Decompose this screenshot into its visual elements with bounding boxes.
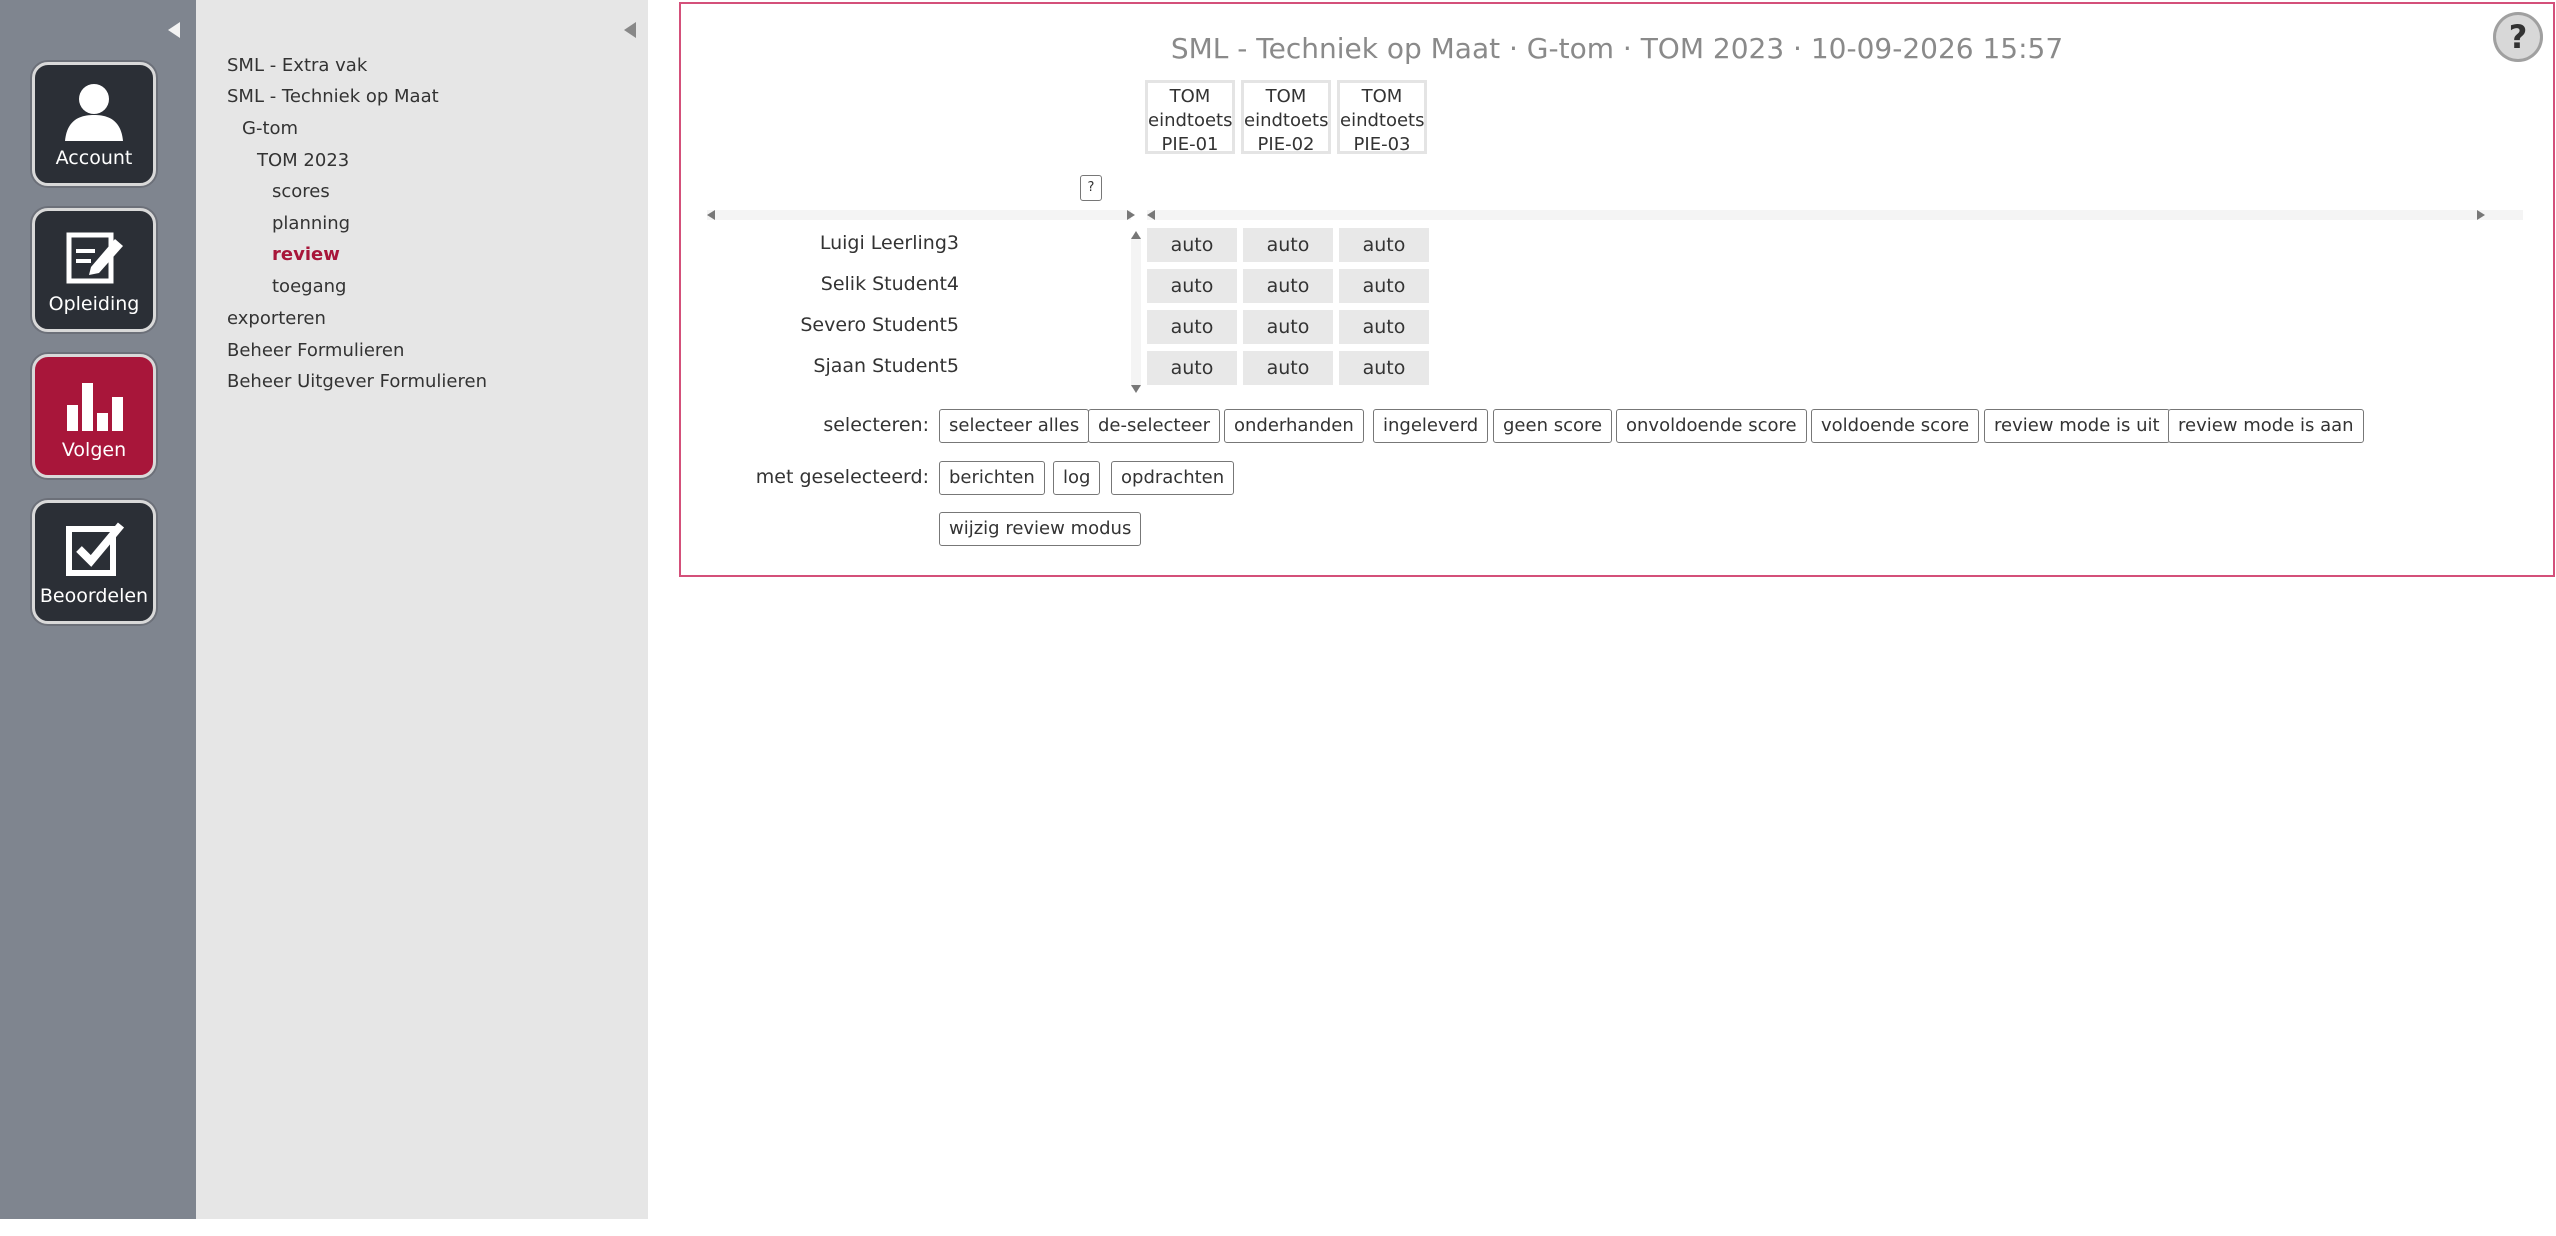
- tree-item-planning[interactable]: planning: [272, 213, 350, 234]
- review-cell[interactable]: auto: [1147, 310, 1237, 344]
- navigation-tree: [196, 0, 648, 1219]
- checkbox-icon: [35, 517, 153, 583]
- rail-button-beoordelen[interactable]: Beoordelen: [32, 500, 156, 624]
- tree-item-scores[interactable]: scores: [272, 181, 330, 202]
- column-header-line: eindtoets: [1244, 110, 1329, 131]
- tree-item-techniek-op-maat[interactable]: SML - Techniek op Maat: [227, 86, 439, 107]
- student-name[interactable]: Severo Student5: [681, 314, 959, 336]
- column-header-line: TOM: [1361, 86, 1403, 107]
- messages-button[interactable]: berichten: [939, 461, 1045, 495]
- select-all-button[interactable]: selecteer alles: [939, 409, 1090, 443]
- rail-button-volgen[interactable]: Volgen: [32, 354, 156, 478]
- names-horizontal-scrollbar[interactable]: [707, 210, 1131, 220]
- scroll-right-icon[interactable]: [1127, 210, 1135, 220]
- column-header: TOM eindtoets PIE-03: [1337, 80, 1427, 155]
- cells-horizontal-scrollbar[interactable]: [1147, 210, 2523, 220]
- student-name[interactable]: Selik Student4: [681, 273, 959, 295]
- page-title: SML - Techniek op Maat · G-tom · TOM 202…: [1170, 32, 2064, 65]
- tree-item-extra-vak[interactable]: SML - Extra vak: [227, 55, 367, 76]
- review-cell[interactable]: auto: [1243, 310, 1333, 344]
- review-cell[interactable]: auto: [1147, 351, 1237, 385]
- edit-icon: [35, 225, 153, 291]
- review-cell[interactable]: auto: [1339, 310, 1429, 344]
- change-review-mode-button[interactable]: wijzig review modus: [939, 512, 1142, 546]
- column-header: TOM eindtoets PIE-02: [1241, 80, 1331, 155]
- rows-vertical-scrollbar[interactable]: [1131, 237, 1141, 387]
- collapse-tree-icon[interactable]: [624, 22, 636, 38]
- rail-button-label: Beoordelen: [39, 585, 149, 607]
- column-help-button[interactable]: ?: [1080, 175, 1102, 201]
- review-cell[interactable]: auto: [1147, 228, 1237, 262]
- scroll-up-icon[interactable]: [1131, 231, 1141, 239]
- tree-item-toegang[interactable]: toegang: [272, 276, 346, 297]
- help-button[interactable]: ?: [2493, 12, 2543, 62]
- select-submitted-button[interactable]: ingeleverd: [1373, 409, 1489, 443]
- select-label: selecteren:: [823, 414, 929, 436]
- select-no-score-button[interactable]: geen score: [1493, 409, 1613, 443]
- with-selected-label: met geselecteerd:: [755, 466, 929, 488]
- review-cell[interactable]: auto: [1243, 351, 1333, 385]
- rail-button-account[interactable]: Account: [32, 62, 156, 186]
- select-in-progress-button[interactable]: onderhanden: [1224, 409, 1364, 443]
- student-name[interactable]: Luigi Leerling3: [681, 232, 959, 254]
- select-sufficient-score-button[interactable]: voldoende score: [1811, 409, 1980, 443]
- rail-button-label: Volgen: [61, 439, 127, 461]
- review-cell[interactable]: auto: [1339, 351, 1429, 385]
- tree-item-beheer-uitgever-formulieren[interactable]: Beheer Uitgever Formulieren: [227, 371, 487, 392]
- assignments-button[interactable]: opdrachten: [1111, 461, 1235, 495]
- select-insufficient-score-button[interactable]: onvoldoende score: [1616, 409, 1807, 443]
- review-cell[interactable]: auto: [1339, 269, 1429, 303]
- column-header: TOM eindtoets PIE-01: [1145, 80, 1235, 155]
- column-header-line: eindtoets: [1340, 110, 1425, 131]
- review-cell[interactable]: auto: [1339, 228, 1429, 262]
- column-header-line: TOM: [1265, 86, 1307, 107]
- column-header-line: PIE-02: [1257, 134, 1315, 155]
- review-cell[interactable]: auto: [1243, 228, 1333, 262]
- review-cell[interactable]: auto: [1147, 269, 1237, 303]
- select-review-mode-on-button[interactable]: review mode is aan: [2168, 409, 2364, 443]
- bar-chart-icon: [35, 371, 153, 437]
- tree-item-beheer-formulieren[interactable]: Beheer Formulieren: [227, 340, 404, 361]
- column-header-line: PIE-03: [1353, 134, 1411, 155]
- scroll-down-icon[interactable]: [1131, 385, 1141, 393]
- scroll-left-icon[interactable]: [1147, 210, 1155, 220]
- deselect-button[interactable]: de-selecteer: [1088, 409, 1221, 443]
- column-header-line: TOM: [1169, 86, 1211, 107]
- tree-item-g-tom[interactable]: G-tom: [242, 118, 298, 139]
- icon-rail: Account Opleiding Volgen Beoordelen: [0, 0, 196, 1219]
- collapse-rail-icon[interactable]: [168, 22, 180, 38]
- select-review-mode-off-button[interactable]: review mode is uit: [1984, 409, 2170, 443]
- column-header-line: eindtoets: [1148, 110, 1233, 131]
- rail-button-opleiding[interactable]: Opleiding: [32, 208, 156, 332]
- user-icon: [35, 79, 153, 145]
- tree-item-review[interactable]: review: [272, 244, 340, 265]
- log-button[interactable]: log: [1053, 461, 1101, 495]
- student-name[interactable]: Sjaan Student5: [681, 355, 959, 377]
- scroll-right-icon[interactable]: [2477, 210, 2485, 220]
- tree-item-exporteren[interactable]: exporteren: [227, 308, 326, 329]
- review-cell[interactable]: auto: [1243, 269, 1333, 303]
- scroll-left-icon[interactable]: [707, 210, 715, 220]
- tree-item-tom-2023[interactable]: TOM 2023: [257, 150, 349, 171]
- review-panel: SML - Techniek op Maat · G-tom · TOM 202…: [679, 2, 2555, 577]
- rail-button-label: Account: [55, 147, 133, 169]
- rail-button-label: Opleiding: [48, 293, 140, 315]
- column-header-line: PIE-01: [1161, 134, 1219, 155]
